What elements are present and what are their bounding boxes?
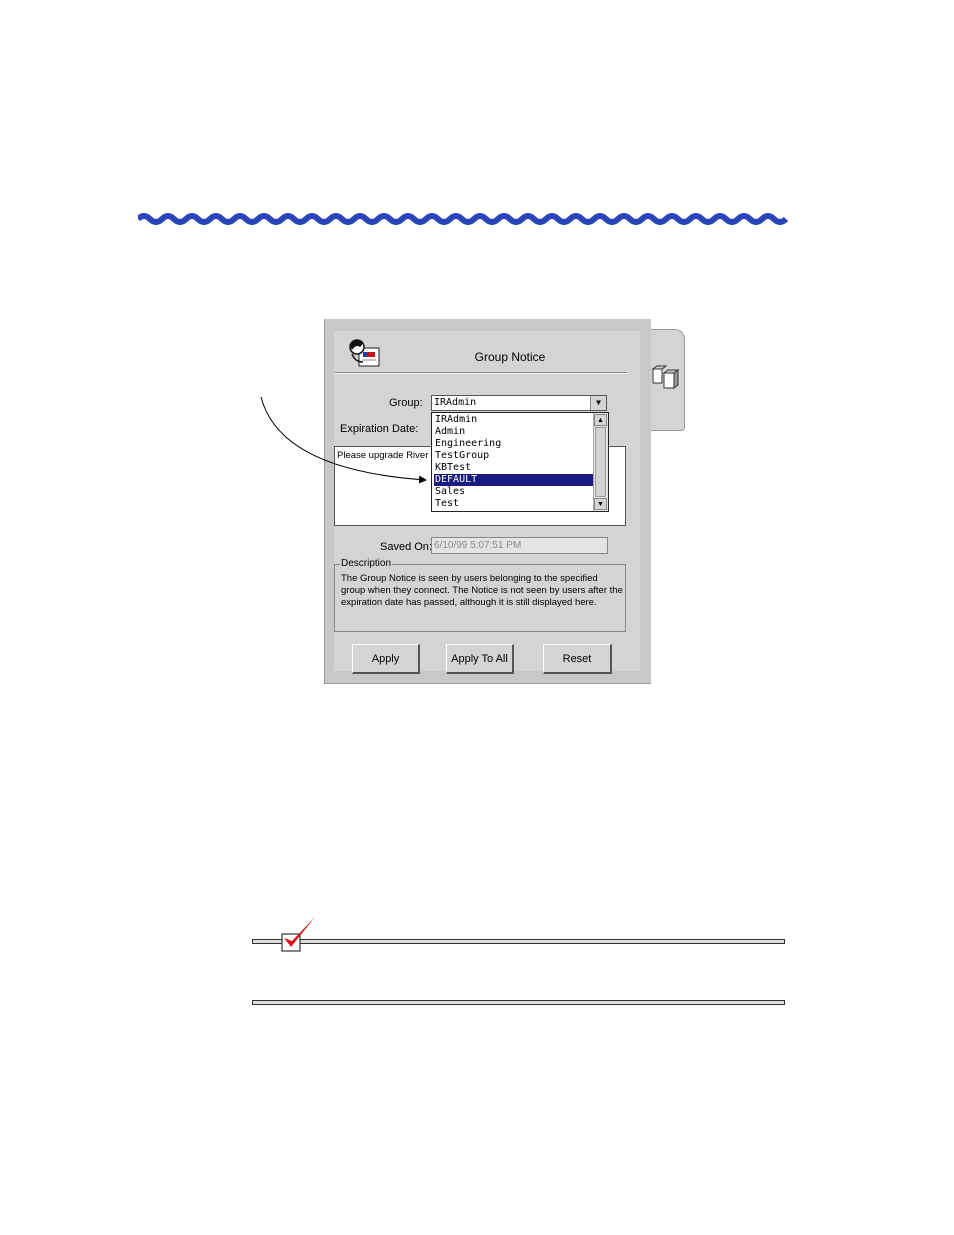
description-legend: Description (340, 558, 393, 569)
group-select[interactable]: IRAdmin ▼ (431, 395, 607, 411)
group-option[interactable]: Test (434, 498, 594, 510)
callout-arrow (260, 396, 427, 484)
apply-button[interactable]: Apply (352, 644, 420, 674)
scroll-down-icon[interactable]: ▼ (594, 498, 607, 510)
scroll-thumb[interactable] (595, 427, 606, 497)
scroll-up-icon[interactable]: ▲ (594, 414, 607, 426)
saved-on-field: 6/10/99 5:07:51 PM (431, 537, 608, 554)
title-divider (335, 372, 627, 374)
group-option[interactable]: TestGroup (434, 450, 594, 462)
note-top-rule (252, 939, 785, 944)
saved-on-label: Saved On: (380, 541, 432, 553)
reset-button[interactable]: Reset (543, 644, 612, 674)
note-bottom-rule (252, 1000, 785, 1005)
group-option[interactable]: Admin (434, 426, 594, 438)
group-option[interactable]: KBTest (434, 462, 594, 474)
dialog-title: Group Notice (474, 350, 546, 364)
group-option[interactable]: Sales (434, 486, 594, 498)
wavy-divider (138, 213, 788, 225)
checkmark-icon (281, 917, 315, 952)
group-option-selected[interactable]: DEFAULT (434, 474, 594, 486)
group-notice-icon (349, 339, 380, 367)
group-option[interactable]: Engineering (434, 438, 594, 450)
description-text: The Group Notice is seen by users belong… (341, 573, 623, 608)
group-select-value: IRAdmin (434, 397, 477, 408)
apply-to-all-button[interactable]: Apply To All (446, 644, 514, 674)
group-dropdown-list[interactable]: IRAdmin Admin Engineering TestGroup KBTe… (431, 412, 609, 512)
chevron-down-icon[interactable]: ▼ (590, 396, 606, 410)
dropdown-scrollbar[interactable]: ▲ ▼ (593, 413, 608, 511)
group-option[interactable]: IRAdmin (434, 414, 594, 426)
servers-icon[interactable] (650, 364, 680, 392)
